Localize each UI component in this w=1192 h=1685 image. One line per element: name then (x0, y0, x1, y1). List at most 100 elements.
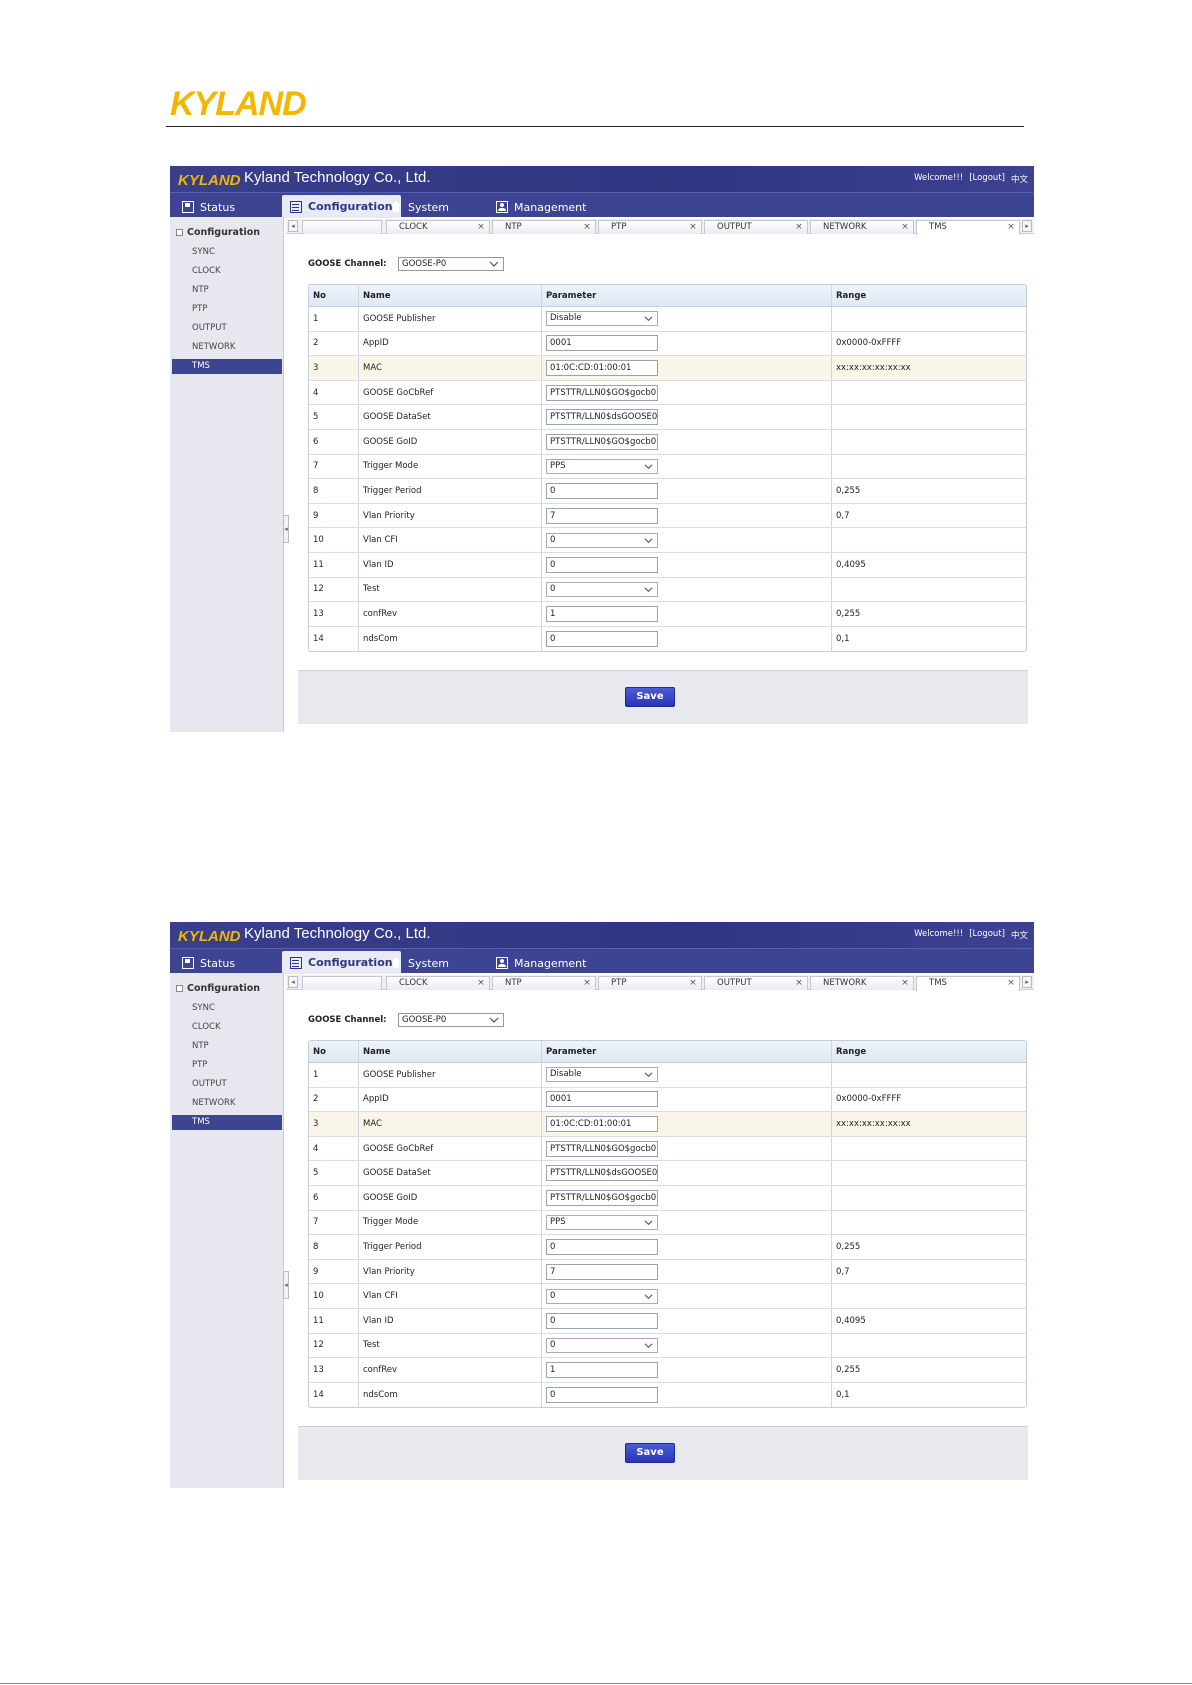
tab-output[interactable]: OUTPUT × (704, 220, 808, 234)
sidebar-item-output[interactable]: OUTPUT (172, 1077, 282, 1092)
goose-channel-select[interactable]: GOOSE-P0 (398, 257, 504, 271)
save-button[interactable]: Save (625, 1443, 675, 1463)
tab-ptp[interactable]: PTP × (598, 976, 702, 990)
row-number: 3 (309, 1112, 359, 1136)
tab-network[interactable]: NETWORK × (810, 220, 914, 234)
parameter-input[interactable]: 0 (546, 631, 658, 648)
tab-tms[interactable]: TMS × (916, 976, 1020, 991)
parameter-select[interactable]: 0 (546, 532, 658, 548)
parameter-input[interactable]: 01:0C:CD:01:00:01 (546, 1115, 658, 1132)
parameter-input[interactable]: 1 (546, 605, 658, 622)
parameter-input[interactable]: 0 (546, 1387, 658, 1404)
parameter-select[interactable]: 0 (546, 581, 658, 597)
parameter-input[interactable]: 0 (546, 556, 658, 573)
parameter-select[interactable]: 0 (546, 1337, 658, 1353)
parameter-input[interactable]: PTSTTR/LLN0$dsGOOSE0 (546, 409, 658, 426)
sidebar-item-tms[interactable]: TMS (172, 359, 282, 374)
sidebar-item-clock[interactable]: CLOCK (172, 264, 282, 279)
parameter-input[interactable]: 0001 (546, 1091, 658, 1108)
close-icon[interactable]: × (476, 978, 486, 988)
parameter-input[interactable]: 0001 (546, 335, 658, 352)
parameter-input[interactable]: 01:0C:CD:01:00:01 (546, 359, 658, 376)
svg-text:KYLAND: KYLAND (178, 928, 240, 944)
sidebar-item-ptp[interactable]: PTP (172, 302, 282, 317)
parameter-input[interactable]: PTSTTR/LLN0$GO$gocb0 (546, 433, 658, 450)
parameter-input[interactable]: 0 (546, 1238, 658, 1255)
tab-scroll-right-icon[interactable]: ▸ (1022, 220, 1032, 232)
sidebar-item-clock[interactable]: CLOCK (172, 1020, 282, 1035)
row-range: 0,4095 (836, 559, 866, 570)
tab-scroll-right-icon[interactable]: ▸ (1022, 976, 1032, 988)
parameter-select[interactable]: 0 (546, 1288, 658, 1304)
tab-scroll-left-icon[interactable]: ◂ (288, 976, 298, 988)
menu-status[interactable]: Status (174, 196, 243, 218)
close-icon[interactable]: × (900, 978, 910, 988)
sidebar-toggle-handle[interactable]: ◂ (283, 515, 289, 543)
tab-scroll-left-icon[interactable]: ◂ (288, 220, 298, 232)
sidebar-item-ptp[interactable]: PTP (172, 1058, 282, 1073)
parameter-select[interactable]: PPS (546, 458, 658, 474)
tab-tms[interactable]: TMS × (916, 220, 1020, 235)
parameter-select[interactable]: Disable (546, 1067, 658, 1083)
close-icon[interactable]: × (1006, 978, 1016, 988)
close-icon[interactable]: × (794, 978, 804, 988)
logout-link[interactable]: [Logout] (969, 173, 1005, 185)
close-icon[interactable]: × (582, 978, 592, 988)
parameter-input[interactable]: 0 (546, 482, 658, 499)
parameter-input[interactable]: PTSTTR/LLN0$dsGOOSE0 (546, 1165, 658, 1182)
language-link[interactable]: 中文 (1011, 173, 1028, 185)
sidebar-item-sync[interactable]: SYNC (172, 245, 282, 260)
close-icon[interactable]: × (1006, 222, 1016, 232)
parameter-input[interactable]: 7 (546, 1263, 658, 1280)
close-icon[interactable]: × (476, 222, 486, 232)
goose-channel-select[interactable]: GOOSE-P0 (398, 1013, 504, 1027)
close-icon[interactable]: × (688, 978, 698, 988)
row-parameter: 0001 (542, 331, 832, 356)
tab-blank[interactable] (302, 220, 382, 234)
parameter-select[interactable]: PPS (546, 1214, 658, 1230)
tab-clock[interactable]: CLOCK × (386, 976, 490, 990)
menu-management[interactable]: Management (488, 952, 594, 974)
sidebar-item-ntp[interactable]: NTP (172, 283, 282, 298)
close-icon[interactable]: × (688, 222, 698, 232)
sidebar-item-output[interactable]: OUTPUT (172, 321, 282, 336)
sidebar-item-tms[interactable]: TMS (172, 1115, 282, 1130)
tab-ptp[interactable]: PTP × (598, 220, 702, 234)
parameter-input[interactable]: 7 (546, 507, 658, 524)
parameter-input[interactable]: PTSTTR/LLN0$GO$gocb0 (546, 384, 658, 401)
close-icon[interactable]: × (794, 222, 804, 232)
tab-network[interactable]: NETWORK × (810, 976, 914, 990)
parameter-input[interactable]: PTSTTR/LLN0$GO$gocb0 (546, 1189, 658, 1206)
language-link[interactable]: 中文 (1011, 929, 1028, 941)
welcome-bar: Welcome!!! [Logout] 中文 (914, 929, 1028, 941)
logout-link[interactable]: [Logout] (969, 929, 1005, 941)
table-row: 2 AppID 0001 0x0000-0xFFFF (309, 331, 1026, 357)
sidebar-heading[interactable]: Configuration (176, 227, 260, 238)
row-number: 11 (309, 1308, 359, 1333)
menu-system[interactable]: System (382, 196, 457, 218)
close-icon[interactable]: × (900, 222, 910, 232)
row-range (832, 1284, 1026, 1308)
tab-ntp[interactable]: NTP × (492, 976, 596, 990)
menu-system[interactable]: System (382, 952, 457, 974)
tab-clock[interactable]: CLOCK × (386, 220, 490, 234)
parameter-select[interactable]: Disable (546, 311, 658, 327)
parameter-input[interactable]: 1 (546, 1361, 658, 1378)
sidebar-heading[interactable]: Configuration (176, 983, 260, 994)
sidebar-item-network[interactable]: NETWORK (172, 1096, 282, 1111)
tab-ntp[interactable]: NTP × (492, 220, 596, 234)
parameter-input[interactable]: 0 (546, 1312, 658, 1329)
save-button[interactable]: Save (625, 687, 675, 707)
row-parameter: PTSTTR/LLN0$GO$gocb0 (542, 429, 832, 454)
sidebar-item-network[interactable]: NETWORK (172, 340, 282, 355)
sidebar-item-sync[interactable]: SYNC (172, 1001, 282, 1016)
menu-management[interactable]: Management (488, 196, 594, 218)
menu-status[interactable]: Status (174, 952, 243, 974)
tab-blank[interactable] (302, 976, 382, 990)
tab-output[interactable]: OUTPUT × (704, 976, 808, 990)
parameter-input[interactable]: PTSTTR/LLN0$GO$gocb0 (546, 1140, 658, 1157)
sidebar-toggle-handle[interactable]: ◂ (283, 1271, 289, 1299)
row-number: 2 (309, 1087, 359, 1112)
sidebar-item-ntp[interactable]: NTP (172, 1039, 282, 1054)
close-icon[interactable]: × (582, 222, 592, 232)
